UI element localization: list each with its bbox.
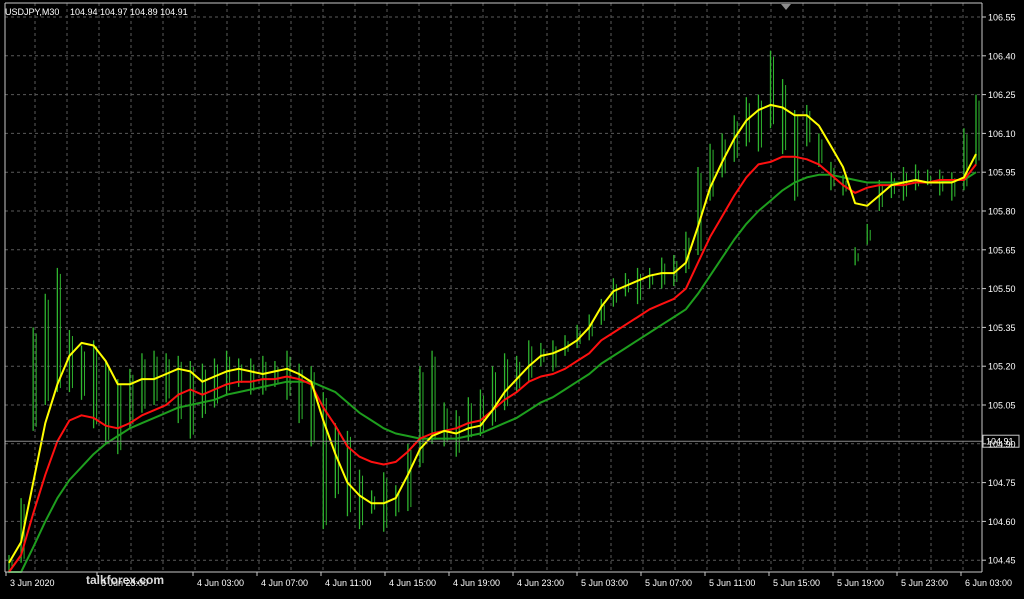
x-tick-label: 5 Jun 11:00 [709,578,755,588]
x-tick-label: 3 Jun 2020 [10,578,55,588]
y-tick-label: 106.10 [988,129,1016,139]
watermark-text: talkforex.com [86,573,164,587]
ohlc-readout: 104.94 104.97 104.89 104.91 [70,7,188,17]
x-tick-label: 4 Jun 19:00 [453,578,500,588]
x-tick-label: 5 Jun 07:00 [645,578,692,588]
symbol-label: USDJPY,M30 [5,7,59,17]
x-tick-label: 5 Jun 23:00 [901,578,948,588]
price-chart[interactable]: 104.91 106.55106.40106.25106.10105.95105… [0,0,1024,594]
x-tick-label: 4 Jun 15:00 [389,578,436,588]
y-tick-label: 104.90 [988,439,1016,449]
y-tick-label: 106.55 [988,13,1016,23]
y-tick-label: 106.25 [988,90,1016,100]
y-tick-label: 105.05 [988,401,1016,411]
y-tick-label: 105.50 [988,284,1016,294]
y-tick-label: 104.75 [988,478,1016,488]
x-tick-label: 5 Jun 15:00 [773,578,820,588]
y-tick-label: 105.95 [988,168,1016,178]
y-tick-label: 105.80 [988,207,1016,217]
x-tick-label: 4 Jun 03:00 [197,578,244,588]
y-axis-labels: 106.55 106.40 106.25 106.10 105.95 105.80 105.… [982,13,1016,566]
x-tick-label: 4 Jun 07:00 [261,578,308,588]
y-tick-label: 105.20 [988,362,1016,372]
x-tick-label: 5 Jun 19:00 [837,578,884,588]
y-tick-label: 106.40 [988,51,1016,61]
x-tick-label: 4 Jun 23:00 [517,578,564,588]
y-tick-label: 105.65 [988,245,1016,255]
x-tick-label: 5 Jun 03:00 [581,578,628,588]
chart-window: 104.91 106.55 106.40 106.25 106.10 105.95 105… [0,0,1024,594]
y-tick-label: 105.35 [988,323,1016,333]
x-tick-label: 4 Jun 11:00 [325,578,371,588]
y-tick-label: 104.45 [988,556,1016,566]
y-tick-label: 104.60 [988,517,1016,527]
x-tick-label: 6 Jun 03:00 [965,578,1012,588]
